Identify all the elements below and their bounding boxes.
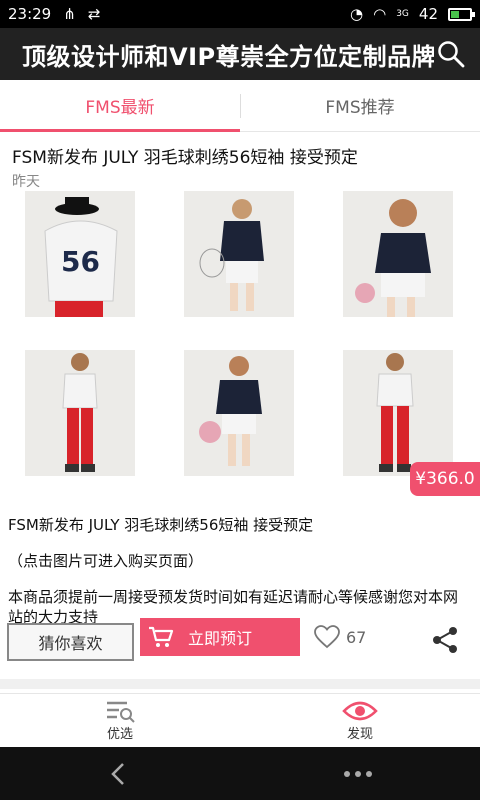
system-nav-bar [0, 747, 480, 800]
share-icon [433, 627, 457, 653]
signal-label: 3G [396, 9, 409, 19]
guess-you-like-button[interactable]: 猜你喜欢 [7, 623, 134, 661]
share-button[interactable] [430, 625, 460, 659]
more-icon[interactable] [343, 770, 373, 778]
usb-icon: ⇄ [87, 5, 101, 23]
product-image[interactable] [343, 191, 453, 317]
order-now-label: 立即预订 [187, 629, 252, 648]
battery-icon [448, 7, 475, 21]
tab-bar: FMS最新 FMS推荐 [0, 80, 480, 132]
product-image[interactable] [184, 350, 294, 476]
product-image[interactable] [184, 191, 294, 317]
tab-fms-recommend[interactable]: FMS推荐 [240, 80, 480, 131]
svg-text:56: 56 [61, 245, 100, 278]
product-image[interactable] [343, 350, 453, 476]
search-icon [438, 41, 465, 68]
battery-text: 42 [418, 5, 438, 23]
alarm-icon: ◔ [350, 5, 364, 23]
cart-icon [149, 626, 174, 647]
bottom-nav: 优选 发现 [0, 693, 480, 747]
app-header: 顶级设计师和VIP尊崇全方位定制品牌 [0, 28, 480, 80]
section-divider [0, 679, 480, 689]
wifi-icon: ◠ [373, 5, 387, 23]
nav-item-featured-label: 优选 [106, 727, 133, 742]
like-count: 67 [346, 627, 367, 647]
back-icon[interactable] [108, 761, 128, 787]
feed[interactable]: FSM新发布 JULY 羽毛球刺绣56短袖 接受预定 昨天 56 ¥366.0 … [0, 133, 480, 693]
product-image[interactable]: 56 [25, 191, 135, 317]
purchase-hint: （点击图片可进入购买页面） [8, 552, 204, 570]
product-title: FSM新发布 JULY 羽毛球刺绣56短袖 接受预定 [8, 516, 314, 534]
status-bar: 23:29 ⋔ ⇄ ◔ ◠ 3G 42 [0, 0, 480, 28]
eye-icon [342, 701, 378, 721]
nav-item-discover[interactable]: 发现 [240, 694, 480, 747]
status-time: 23:29 [8, 5, 52, 23]
heart-icon [314, 625, 340, 649]
like-button[interactable]: 67 [314, 625, 366, 649]
tab-fms-latest[interactable]: FMS最新 [0, 80, 240, 132]
price-tag: ¥366.0 [410, 462, 480, 496]
nav-item-featured[interactable]: 优选 [0, 694, 240, 747]
action-row: 猜你喜欢 立即预订 67 [0, 618, 480, 669]
tab-separator [240, 94, 241, 118]
list-search-icon [107, 701, 135, 723]
order-now-button[interactable]: 立即预订 [140, 618, 300, 656]
share-status-icon: ⋔ [63, 5, 76, 23]
product-image[interactable] [25, 350, 135, 476]
nav-item-discover-label: 发现 [346, 727, 373, 742]
post-date: 昨天 [12, 174, 40, 190]
app-title: 顶级设计师和VIP尊崇全方位定制品牌 [22, 42, 435, 71]
post-title: FSM新发布 JULY 羽毛球刺绣56短袖 接受预定 [12, 148, 358, 168]
search-button[interactable] [434, 37, 468, 71]
